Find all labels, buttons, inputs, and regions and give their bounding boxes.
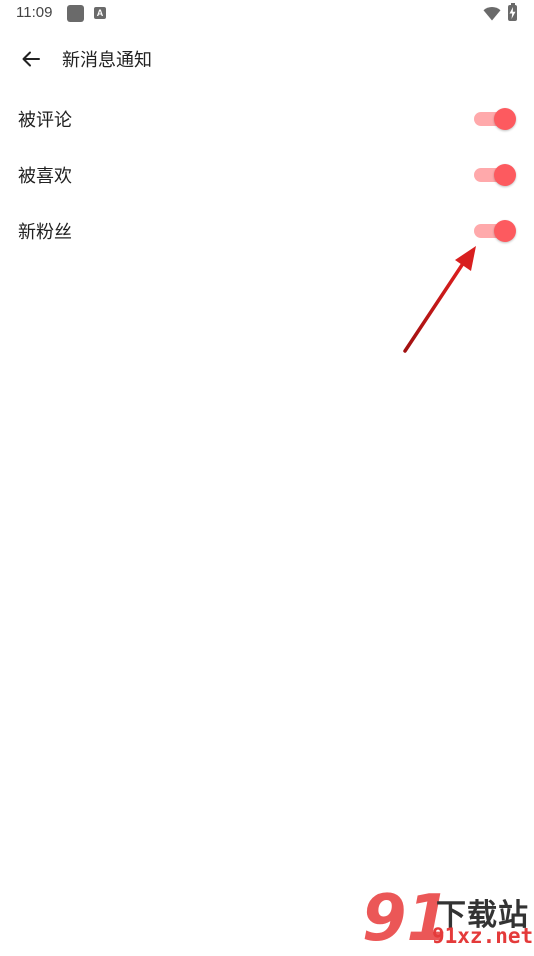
- switch-thumb: [494, 164, 516, 186]
- page-title: 新消息通知: [62, 50, 152, 71]
- likes-toggle-switch[interactable]: [474, 163, 518, 187]
- setting-row-likes[interactable]: 被喜欢: [0, 146, 534, 202]
- watermark-url: 91xz.net: [432, 924, 534, 948]
- status-time: 11:09: [16, 4, 53, 21]
- setting-row-comments[interactable]: 被评论: [0, 90, 534, 146]
- watermark-logo: 91 下载站 91xz.net: [362, 887, 534, 951]
- comments-toggle-switch[interactable]: [474, 107, 518, 131]
- wifi-icon: [483, 6, 501, 25]
- status-bar: 11:09 A: [0, 0, 534, 28]
- square-icon: [67, 5, 84, 22]
- setting-label-likes: 被喜欢: [18, 166, 72, 187]
- setting-label-followers: 新粉丝: [18, 222, 72, 243]
- toolbar: 新消息通知: [0, 36, 534, 80]
- annotation-arrow: [403, 246, 476, 353]
- switch-thumb: [494, 108, 516, 130]
- arrow-left-icon: [22, 51, 40, 67]
- keyboard-a-icon: A: [94, 7, 106, 19]
- switch-thumb: [494, 220, 516, 242]
- battery-charging-icon: [508, 3, 517, 21]
- back-button[interactable]: [14, 42, 48, 76]
- setting-label-comments: 被评论: [18, 110, 72, 131]
